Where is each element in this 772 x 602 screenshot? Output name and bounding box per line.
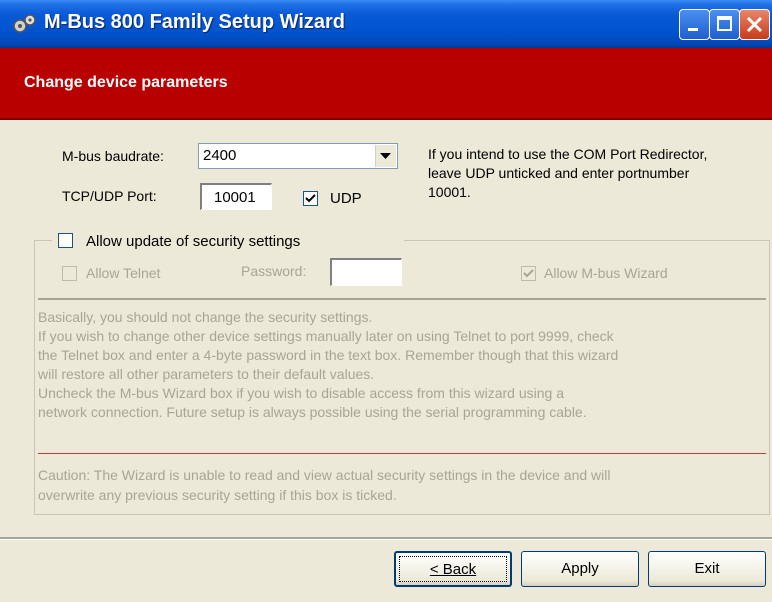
hint-line: If you intend to use the COM Port Redire… — [428, 146, 708, 162]
apply-button[interactable]: Apply — [521, 551, 639, 587]
info-line: Uncheck the M-bus Wizard box if you wish… — [38, 385, 564, 401]
port-input[interactable]: 10001 — [200, 183, 272, 210]
security-divider — [38, 298, 766, 300]
footer-divider — [0, 537, 772, 540]
minimize-button[interactable] — [679, 9, 710, 40]
wizard-window: M-Bus 800 Family Setup Wizard Change dev… — [0, 0, 772, 602]
chevron-down-icon[interactable] — [375, 145, 396, 167]
caution-text: Caution: The Wizard is unable to read an… — [38, 465, 766, 505]
allow-telnet-checkbox[interactable] — [62, 266, 77, 281]
caution-divider — [38, 453, 766, 454]
focus-rect — [399, 556, 507, 582]
baudrate-value: 2400 — [203, 147, 237, 164]
exit-button[interactable]: Exit — [648, 551, 766, 587]
hint-line: leave UDP unticked and enter portnumber — [428, 165, 690, 181]
password-input[interactable] — [330, 258, 402, 286]
udp-label: UDP — [330, 190, 362, 207]
page-title: Change device parameters — [24, 74, 228, 91]
allow-telnet-label: Allow Telnet — [86, 265, 161, 281]
close-button[interactable] — [739, 9, 770, 40]
caution-line: Caution: The Wizard is unable to read an… — [38, 467, 611, 483]
port-hint: If you intend to use the COM Port Redire… — [428, 145, 707, 202]
hint-line: 10001. — [428, 184, 471, 200]
header-divider — [0, 118, 772, 120]
info-line: will restore all other parameters to the… — [38, 366, 375, 382]
info-line: Basically, you should not change the sec… — [38, 309, 373, 325]
info-line: the Telnet box and enter a 4-byte passwo… — [38, 347, 619, 363]
port-label: TCP/UDP Port: — [62, 188, 157, 204]
info-line: network connection. Future setup is alwa… — [38, 404, 587, 420]
caution-line: overwrite any previous security setting … — [38, 487, 397, 503]
back-button[interactable]: < Back — [394, 551, 512, 587]
security-info-text: Basically, you should not change the sec… — [38, 308, 766, 422]
window-title: M-Bus 800 Family Setup Wizard — [44, 11, 345, 33]
title-bar[interactable]: M-Bus 800 Family Setup Wizard — [0, 0, 772, 48]
info-line: If you wish to change other device setti… — [38, 328, 614, 344]
allow-update-label: Allow update of security settings — [86, 233, 301, 250]
allow-wizard-checkbox[interactable] — [521, 266, 536, 281]
maximize-button[interactable] — [709, 9, 740, 40]
baudrate-label: M-bus baudrate: — [62, 148, 164, 164]
app-icon — [12, 13, 38, 35]
allow-wizard-label: Allow M-bus Wizard — [544, 265, 668, 281]
exit-button-label: Exit — [694, 560, 720, 577]
port-value: 10001 — [214, 189, 256, 206]
page-header: Change device parameters — [0, 48, 772, 118]
udp-checkbox[interactable] — [303, 191, 318, 206]
password-label: Password: — [241, 263, 307, 279]
allow-update-checkbox[interactable] — [58, 233, 73, 248]
baudrate-select[interactable]: 2400 — [198, 143, 398, 169]
apply-button-label: Apply — [561, 560, 599, 577]
